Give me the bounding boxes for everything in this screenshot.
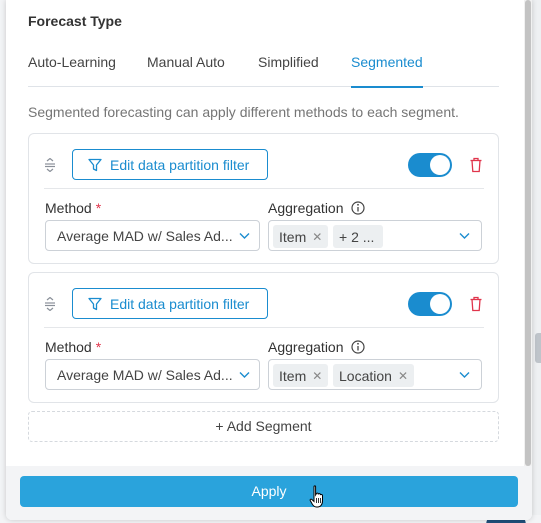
tab-label: Segmented: [351, 54, 423, 70]
chip-label: + 2 ...: [339, 228, 375, 245]
chevron-down-icon: [459, 372, 470, 378]
background-scroll-handle: [535, 333, 541, 363]
aggregation-chip-item: Item ✕: [273, 225, 329, 248]
chip-label: Item: [279, 367, 307, 384]
section-title: Forecast Type: [28, 13, 122, 29]
aggregation-label-text: Aggregation: [268, 200, 344, 216]
aggregation-chip-item: Item ✕: [273, 364, 329, 387]
chevron-down-icon: [239, 233, 250, 239]
chevron-down-icon: [239, 372, 250, 378]
method-select-value: Average MAD w/ Sales Ad...: [57, 228, 233, 244]
aggregation-select[interactable]: Item ✕ Location ✕: [268, 359, 482, 390]
filter-icon: [88, 297, 102, 310]
aggregation-chip-location: Location ✕: [333, 364, 414, 387]
pointer-cursor-icon: [309, 485, 323, 508]
trash-icon[interactable]: [469, 296, 483, 312]
method-label: Method *: [45, 339, 101, 355]
segment-enabled-toggle[interactable]: [408, 292, 452, 316]
panel-scrollbar-thumb[interactable]: [525, 0, 531, 466]
apply-button[interactable]: Apply: [20, 476, 518, 507]
drag-handle-icon[interactable]: [44, 297, 56, 311]
forecast-type-tabs: Auto-Learning Manual Auto Simplified Seg…: [28, 54, 499, 88]
tab-label: Simplified: [258, 54, 319, 70]
method-select[interactable]: Average MAD w/ Sales Ad...: [45, 359, 260, 390]
tab-label: Manual Auto: [147, 54, 225, 70]
segmented-description: Segmented forecasting can apply differen…: [28, 104, 459, 120]
close-icon[interactable]: ✕: [312, 369, 322, 383]
aggregation-chip-more[interactable]: + 2 ...: [333, 225, 383, 248]
tab-simplified[interactable]: Simplified: [258, 54, 319, 87]
aggregation-label: Aggregation: [268, 339, 366, 355]
drag-handle-icon[interactable]: [44, 158, 56, 172]
segment-divider: [44, 188, 484, 189]
chevron-down-icon: [459, 233, 470, 239]
toggle-knob: [430, 155, 450, 175]
aggregation-label: Aggregation: [268, 200, 366, 216]
required-marker: *: [95, 200, 102, 216]
close-icon[interactable]: ✕: [312, 230, 322, 244]
info-icon[interactable]: [351, 340, 366, 354]
method-label: Method *: [45, 200, 101, 216]
method-select-value: Average MAD w/ Sales Ad...: [57, 367, 233, 383]
method-select[interactable]: Average MAD w/ Sales Ad...: [45, 220, 260, 251]
filter-button-label: Edit data partition filter: [110, 156, 250, 173]
filter-button-label: Edit data partition filter: [110, 295, 250, 312]
close-icon[interactable]: ✕: [398, 369, 408, 383]
forecast-type-panel: Forecast Type Auto-Learning Manual Auto …: [6, 0, 532, 520]
segment-enabled-toggle[interactable]: [408, 153, 452, 177]
tab-segmented[interactable]: Segmented: [351, 54, 423, 88]
add-segment-button[interactable]: + Add Segment: [28, 411, 499, 442]
edit-data-partition-filter-button[interactable]: Edit data partition filter: [72, 288, 268, 319]
toggle-knob: [430, 294, 450, 314]
info-icon[interactable]: [351, 201, 366, 215]
aggregation-select[interactable]: Item ✕ + 2 ...: [268, 220, 482, 251]
tab-label: Auto-Learning: [28, 54, 116, 70]
aggregation-label-text: Aggregation: [268, 339, 344, 355]
tab-manual-auto[interactable]: Manual Auto: [147, 54, 225, 87]
edit-data-partition-filter-button[interactable]: Edit data partition filter: [72, 149, 268, 180]
segment-card-2: Edit data partition filter Method * Aggre…: [28, 272, 499, 403]
tab-auto-learning[interactable]: Auto-Learning: [28, 54, 116, 87]
filter-icon: [88, 158, 102, 171]
trash-icon[interactable]: [469, 157, 483, 173]
chip-label: Location: [339, 367, 392, 384]
active-tab-indicator: [351, 86, 423, 88]
required-marker: *: [95, 339, 102, 355]
method-label-text: Method: [45, 339, 92, 355]
segment-divider: [44, 327, 484, 328]
method-label-text: Method: [45, 200, 92, 216]
chip-label: Item: [279, 228, 307, 245]
segment-card-1: Edit data partition filter Method * Aggre…: [28, 133, 499, 264]
